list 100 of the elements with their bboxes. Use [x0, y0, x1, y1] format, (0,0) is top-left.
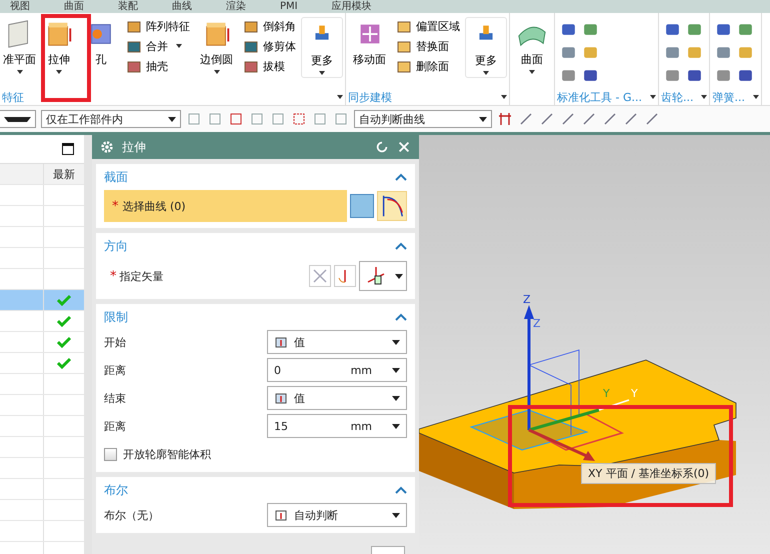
curve-rule-dropdown[interactable]: 自动判断曲线 [354, 110, 492, 128]
dropdown[interactable]: 值 [267, 386, 407, 410]
collapse-icon[interactable] [395, 313, 407, 321]
ribbon-button[interactable]: 拉伸 [39, 17, 79, 76]
menu-tab[interactable]: 曲面 [64, 0, 84, 12]
maximize-icon[interactable] [62, 143, 74, 155]
tool-icon[interactable] [560, 67, 577, 84]
collapse-icon[interactable] [395, 486, 407, 494]
menu-tab[interactable]: 曲线 [172, 0, 192, 12]
caret-icon [392, 368, 400, 372]
navigator-row[interactable] [0, 332, 84, 353]
reset-icon[interactable] [375, 140, 389, 154]
settings-icon[interactable] [100, 140, 114, 154]
tool-icon[interactable] [539, 111, 555, 127]
menu-tab[interactable]: 渲染 [226, 0, 246, 12]
tool-icon[interactable] [581, 111, 597, 127]
tool-icon[interactable] [560, 111, 576, 127]
tool-icon[interactable] [560, 21, 577, 38]
caret-icon[interactable] [337, 95, 343, 99]
caret-icon [392, 340, 400, 344]
collapse-icon[interactable] [395, 173, 407, 181]
ribbon-button[interactable]: 孔 [81, 17, 121, 69]
menu-tab[interactable]: PMI [280, 0, 298, 12]
reverse-direction-icon[interactable] [309, 265, 331, 287]
section-title[interactable]: 限制 [104, 308, 128, 326]
required-mark: * [110, 268, 116, 284]
tool-icon[interactable] [582, 67, 599, 84]
tool-icon[interactable] [644, 111, 660, 127]
navigator-row[interactable] [0, 290, 84, 311]
ribbon-button[interactable]: 删除面 [393, 57, 463, 75]
value-field[interactable]: 15 mm [267, 414, 407, 438]
tool-icon[interactable] [497, 111, 513, 127]
curve-icon[interactable] [377, 191, 407, 221]
caret-icon [394, 274, 402, 278]
ribbon-button[interactable]: 修剪体 [240, 37, 299, 55]
caret-icon [392, 424, 400, 428]
dropdown[interactable] [0, 110, 36, 128]
menu-tab[interactable]: 视图 [10, 0, 30, 12]
ribbon-button[interactable]: 偏置区域 [393, 17, 463, 35]
checkbox[interactable] [104, 448, 117, 460]
caret-icon[interactable] [501, 95, 507, 99]
dropdown[interactable]: 值 [267, 330, 407, 354]
ribbon-button[interactable]: 抽壳 [123, 57, 193, 75]
field-label: 布尔（无） [104, 508, 160, 522]
caret-icon[interactable] [701, 95, 708, 99]
tool-icon[interactable] [715, 67, 732, 84]
ribbon-button[interactable]: 倒斜角 [240, 17, 299, 35]
tool-icon[interactable] [664, 44, 681, 61]
tool-icon[interactable] [686, 67, 703, 84]
tool-icon[interactable] [602, 111, 618, 127]
axis-label: Z [523, 293, 531, 306]
ribbon-button[interactable]: 阵列特征 [123, 17, 193, 35]
group-label: 弹簧... [712, 90, 745, 104]
group-label: 特征 [2, 90, 24, 104]
ribbon-button[interactable]: 边倒圆 [195, 17, 238, 76]
tool-icon[interactable] [518, 111, 534, 127]
tool-icon[interactable] [715, 21, 732, 38]
dropdown[interactable]: 自动判断 [267, 503, 407, 527]
collapse-icon[interactable] [395, 242, 407, 250]
vector-icon[interactable] [334, 265, 356, 287]
ribbon-button[interactable]: 准平面 [2, 17, 37, 76]
ribbon-button[interactable]: 更多 [465, 17, 507, 78]
selection-field[interactable]: * 选择曲线 (0) [104, 190, 347, 222]
tool-icon[interactable] [228, 111, 244, 127]
caret-icon[interactable] [752, 95, 759, 99]
field-label: 指定矢量 [120, 268, 164, 284]
sketch-icon[interactable] [350, 194, 374, 218]
ribbon-button[interactable]: 曲面 [512, 17, 552, 76]
ribbon-button[interactable]: 更多 [301, 17, 343, 78]
section-title[interactable]: 截面 [104, 168, 128, 186]
tool-icon[interactable] [737, 67, 754, 84]
caret-icon [479, 116, 487, 122]
tool-icon[interactable] [715, 44, 732, 61]
tool-icon[interactable] [623, 111, 639, 127]
tool-icon[interactable] [737, 21, 754, 38]
ribbon-button[interactable]: 替换面 [393, 37, 463, 55]
menu-tab[interactable]: 应用模块 [332, 0, 372, 12]
navigator-row[interactable] [0, 353, 84, 374]
section-title[interactable]: 方向 [104, 238, 128, 254]
ribbon-button[interactable]: 移动面 [348, 17, 391, 69]
selection-filter-dropdown[interactable]: 仅在工作部件内 [41, 110, 181, 128]
vector-dropdown[interactable] [359, 261, 407, 291]
tool-icon[interactable] [291, 111, 307, 127]
tool-icon[interactable] [686, 21, 703, 38]
value-field[interactable]: 0 mm [267, 358, 407, 382]
section-title[interactable]: 布尔 [104, 482, 128, 498]
caret-icon[interactable] [650, 95, 656, 99]
tool-icon[interactable] [664, 21, 681, 38]
tooltip: XY 平面 / 基准坐标系(0) [581, 463, 716, 484]
tool-icon[interactable] [582, 21, 599, 38]
group-label: 标准化工具 - G... [557, 90, 642, 104]
navigator-row[interactable] [0, 311, 84, 332]
tool-icon[interactable] [664, 67, 681, 84]
menu-tab[interactable]: 装配 [118, 0, 138, 12]
ribbon-button[interactable]: 合并 [123, 37, 193, 55]
tool-icon[interactable] [560, 44, 577, 61]
ribbon-button[interactable]: 拔模 [240, 57, 299, 75]
group-label: 齿轮... [660, 90, 694, 104]
axis-label: Y [603, 387, 610, 400]
close-icon[interactable] [397, 140, 411, 154]
